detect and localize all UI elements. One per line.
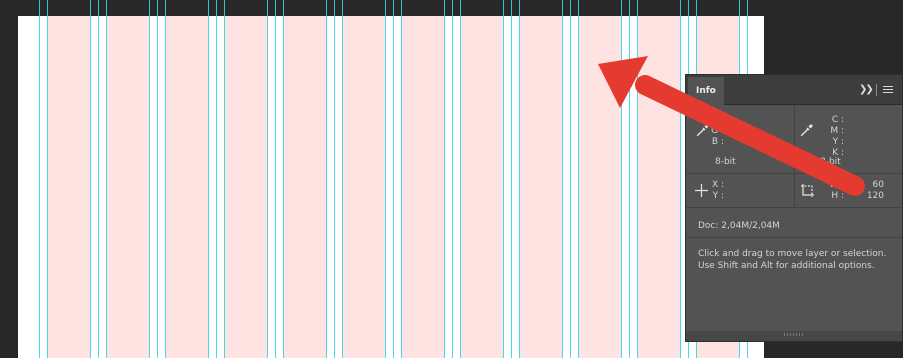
cmyk-labels: C : M : Y : K : [822,115,844,159]
hamburger-menu-icon[interactable] [883,86,893,95]
info-panel: Info ❯❯ R : G : B : 8-bit C: M: Y: K … [685,74,903,342]
grid-column [519,16,562,358]
document-size: Doc: 2,04M/2,04M [698,221,780,231]
size-labels: W : H : [822,180,844,202]
grid-column [578,16,621,358]
panel-separator [686,207,902,208]
c-label: C : [831,115,844,125]
b-label: B : [711,137,724,147]
position-readout: X : Y : [686,174,794,207]
x-label: X : [711,180,724,190]
hint-text-line1: Click and drag to move layer or selectio… [698,249,887,259]
panel-tab-bar: Info ❯❯ [686,75,902,105]
panel-separator [686,237,902,238]
tabbar-divider [876,84,877,96]
width-value: 60 [872,180,884,190]
grid-column [637,16,680,358]
double-chevron-right-icon[interactable]: ❯❯ [859,85,874,95]
w-label: W : [829,180,844,190]
y-label: Y : [832,137,844,147]
photoshop-workspace: Info ❯❯ R : G : B : 8-bit C: M: Y: K … [0,0,903,358]
m-label: M : [830,126,844,136]
grid-column [342,16,385,358]
position-labels: X : Y : [706,180,724,202]
grid-column [401,16,444,358]
tab-info[interactable]: Info [688,77,724,105]
r-label: R : [711,115,724,125]
grid-column [224,16,267,358]
grid-column [283,16,326,358]
size-readout: W : H : 60 120 [794,174,902,207]
y-position-label: Y : [712,191,724,201]
rgb-labels: R : G : B : [706,115,724,148]
grid-column [460,16,503,358]
selection-rectangle-icon [801,184,814,197]
cmyk-bit-depth: 8-bit [820,157,841,167]
height-value: 120 [866,191,884,201]
rgb-readout: R : G : B : 8-bit [686,105,794,173]
rgb-bit-depth: 8-bit [715,157,736,167]
grid-column [165,16,208,358]
grid-column [47,16,90,358]
g-label: G : [711,126,724,136]
size-values: 60 120 [854,180,884,202]
grid-column [106,16,149,358]
hint-text-line2: Use Shift and Alt for additional options… [698,261,875,271]
h-label: H : [831,191,844,201]
resize-grip-icon[interactable] [784,333,804,336]
cmyk-readout: C : M : Y : K : 8-bit [794,105,902,173]
eyedropper-icon[interactable] [799,122,815,138]
